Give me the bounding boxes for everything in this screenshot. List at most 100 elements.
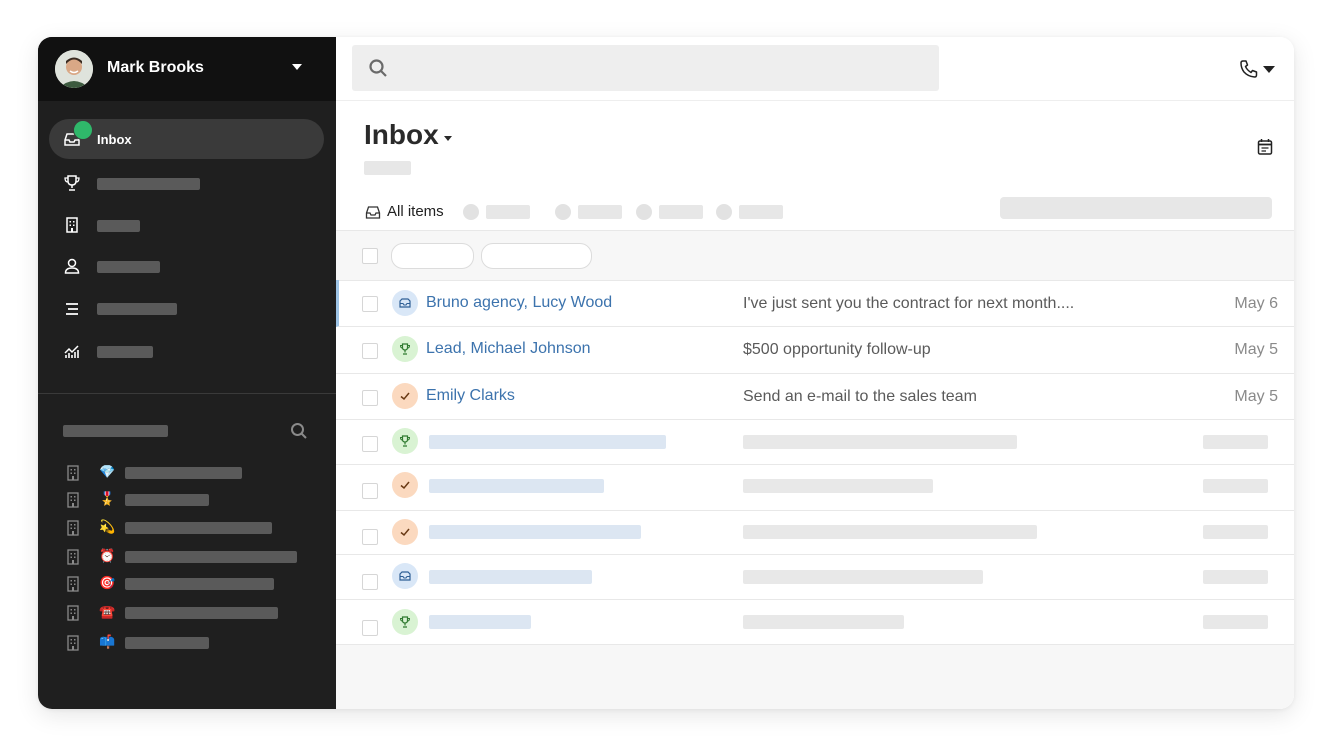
sidebar-item-label-placeholder [97, 346, 153, 358]
check-icon [400, 528, 410, 537]
empty-area [336, 645, 1294, 709]
avatar [55, 50, 93, 88]
person-icon [64, 258, 80, 274]
sidebar-item-label-placeholder [97, 303, 177, 315]
top-bar [336, 37, 1294, 101]
building-icon [67, 520, 79, 536]
filter-pill[interactable] [391, 243, 474, 269]
chevron-down-icon[interactable] [292, 64, 302, 70]
contact-link[interactable]: Lead, Michael Johnson [426, 340, 591, 358]
filter-placeholder[interactable] [1000, 197, 1272, 219]
tab-placeholder[interactable] [486, 205, 530, 219]
message-type-badge [392, 383, 418, 409]
tab-placeholder-icon[interactable] [555, 204, 571, 220]
subject-placeholder [743, 570, 983, 584]
sidebar-item-label: Inbox [97, 132, 132, 147]
tab-placeholder-icon[interactable] [463, 204, 479, 220]
building-icon [66, 217, 78, 233]
sidebar: Mark Brooks Inbox 💎 🎖️ 💫 ⏰ 🎯 ☎️ 📫 [38, 37, 336, 709]
row-checkbox[interactable] [362, 574, 378, 590]
message-type-badge [392, 563, 418, 589]
section-title-placeholder [63, 425, 168, 437]
saved-list-label-placeholder [125, 578, 274, 590]
saved-list-item[interactable]: 💎 [65, 463, 325, 483]
check-icon [400, 481, 410, 490]
row-checkbox[interactable] [362, 390, 378, 406]
date-placeholder [1203, 570, 1268, 584]
telephone-icon: ☎️ [99, 604, 116, 619]
table-row[interactable]: Lead, Michael Johnson $500 opportunity f… [336, 327, 1294, 374]
contact-link[interactable]: Bruno agency, Lucy Wood [426, 294, 612, 312]
check-icon [400, 392, 410, 401]
message-type-badge [392, 519, 418, 545]
table-row[interactable] [336, 464, 1294, 511]
search-icon [369, 59, 387, 77]
user-menu[interactable]: Mark Brooks [38, 37, 336, 101]
building-icon [67, 635, 79, 651]
table-row[interactable]: Bruno agency, Lucy Wood I've just sent y… [336, 280, 1294, 327]
select-all-checkbox[interactable] [362, 248, 378, 264]
list-icon [66, 303, 78, 315]
saved-list-item[interactable]: 🎖️ [65, 490, 325, 510]
contact-link[interactable]: Emily Clarks [426, 387, 515, 405]
tab-placeholder[interactable] [578, 205, 622, 219]
saved-list-item[interactable]: ☎️ [65, 603, 325, 623]
search-input[interactable] [352, 45, 939, 91]
saved-list-label-placeholder [125, 494, 209, 506]
building-icon [67, 605, 79, 621]
table-row[interactable] [336, 510, 1294, 555]
row-checkbox[interactable] [362, 343, 378, 359]
table-row[interactable] [336, 554, 1294, 600]
message-type-badge [392, 472, 418, 498]
tab-all-items[interactable]: All items [364, 202, 453, 232]
building-icon [67, 465, 79, 481]
sidebar-item-lists[interactable] [49, 289, 324, 329]
row-checkbox[interactable] [362, 620, 378, 636]
saved-list-item[interactable]: 🎯 [65, 574, 325, 594]
message-type-badge [392, 609, 418, 635]
sidebar-item-deals[interactable] [49, 163, 324, 203]
subject-placeholder [743, 435, 1017, 449]
mail-icon [399, 298, 411, 308]
app-window: Mark Brooks Inbox 💎 🎖️ 💫 ⏰ 🎯 ☎️ 📫 Inbox … [38, 37, 1294, 709]
saved-list-item[interactable]: ⏰ [65, 547, 325, 567]
contact-placeholder [429, 570, 592, 584]
tab-placeholder-icon[interactable] [636, 204, 652, 220]
sidebar-item-label-placeholder [97, 261, 160, 273]
filter-bar [336, 230, 1294, 281]
search-icon[interactable] [290, 422, 308, 440]
tab-label: All items [387, 203, 444, 220]
row-checkbox[interactable] [362, 296, 378, 312]
sidebar-item-reports[interactable] [49, 331, 324, 371]
row-checkbox[interactable] [362, 483, 378, 499]
main-panel: Inbox All items Bruno agency, Lucy Wood … [336, 37, 1294, 709]
tab-placeholder[interactable] [659, 205, 703, 219]
sidebar-item-companies[interactable] [49, 205, 324, 245]
subject-placeholder [743, 525, 1037, 539]
row-checkbox[interactable] [362, 436, 378, 452]
target-icon: 🎯 [99, 575, 116, 590]
phone-menu[interactable] [1239, 59, 1279, 79]
subtitle-placeholder [364, 161, 411, 175]
sidebar-item-label-placeholder [97, 220, 140, 232]
sidebar-item-inbox[interactable]: Inbox [49, 119, 324, 159]
saved-list-item[interactable]: 💫 [65, 518, 325, 538]
chevron-down-icon[interactable] [444, 136, 452, 141]
message-date: May 5 [1234, 388, 1278, 405]
table-row[interactable]: Emily Clarks Send an e-mail to the sales… [336, 373, 1294, 420]
saved-list-item[interactable]: 📫 [65, 633, 325, 653]
saved-list-label-placeholder [125, 607, 278, 619]
tab-placeholder-icon[interactable] [716, 204, 732, 220]
inbox-icon [365, 206, 381, 219]
tab-placeholder[interactable] [739, 205, 783, 219]
sidebar-item-people[interactable] [49, 246, 324, 286]
saved-list-label-placeholder [125, 522, 272, 534]
row-checkbox[interactable] [362, 529, 378, 545]
saved-list-label-placeholder [125, 467, 242, 479]
table-row[interactable] [336, 419, 1294, 465]
date-placeholder [1203, 435, 1268, 449]
filter-pill[interactable] [481, 243, 592, 269]
calendar-icon[interactable] [1257, 138, 1273, 156]
trophy-icon [399, 435, 411, 447]
table-row[interactable] [336, 599, 1294, 645]
